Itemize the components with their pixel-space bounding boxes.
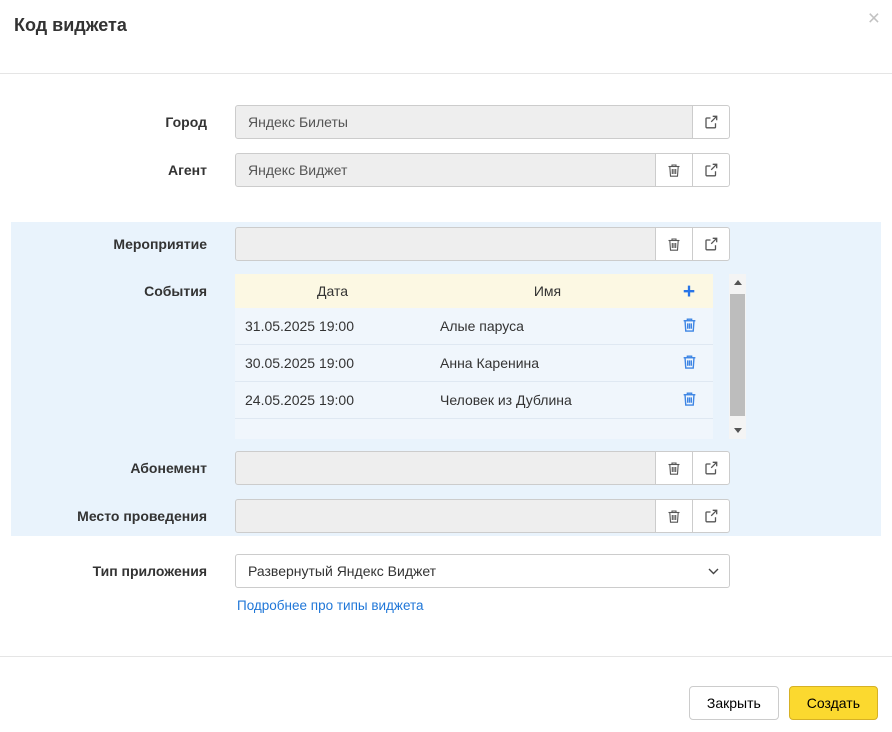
- delete-event-icon[interactable]: [682, 391, 697, 407]
- dialog-header: Код виджета ×: [0, 0, 892, 74]
- scroll-up-icon[interactable]: [729, 274, 746, 291]
- dialog-title: Код виджета: [14, 15, 878, 36]
- city-open-button[interactable]: [692, 105, 730, 139]
- trash-icon: [667, 237, 681, 252]
- table-row: 31.05.2025 19:00 Алые паруса: [235, 308, 713, 345]
- event-date: 24.05.2025 19:00: [235, 392, 430, 408]
- trash-icon: [667, 163, 681, 178]
- trash-icon: [667, 461, 681, 476]
- external-link-icon: [704, 237, 718, 251]
- city-field: Яндекс Билеты: [235, 105, 693, 139]
- event-name: Человек из Дублина: [430, 392, 665, 408]
- venue-clear-button[interactable]: [655, 499, 693, 533]
- app-type-select[interactable]: Развернутый Яндекс Виджет: [235, 554, 730, 588]
- agent-clear-button[interactable]: [655, 153, 693, 187]
- venue-label: Место проведения: [11, 508, 235, 524]
- event-section: Мероприятие: [11, 222, 881, 536]
- add-event-icon[interactable]: +: [683, 281, 695, 302]
- external-link-icon: [704, 115, 718, 129]
- event-date: 31.05.2025 19:00: [235, 318, 430, 334]
- city-input-group: Яндекс Билеты: [235, 105, 730, 139]
- widget-types-link[interactable]: Подробнее про типы виджета: [237, 598, 424, 613]
- external-link-icon: [704, 461, 718, 475]
- venue-input-group: [235, 499, 730, 533]
- table-row: 24.05.2025 19:00 Человек из Дублина: [235, 382, 713, 419]
- sessions-row: События Дата Имя + 31.05.2025 19:00 Алые…: [11, 274, 881, 439]
- venue-field: [235, 499, 656, 533]
- subscription-row: Абонемент: [11, 451, 881, 485]
- agent-input-group: Яндекс Виджет: [235, 153, 730, 187]
- event-row: Мероприятие: [11, 227, 881, 261]
- event-input-group: [235, 227, 730, 261]
- external-link-icon: [704, 509, 718, 523]
- subscription-label: Абонемент: [11, 460, 235, 476]
- delete-event-icon[interactable]: [682, 354, 697, 370]
- agent-label: Агент: [0, 162, 235, 178]
- event-field: [235, 227, 656, 261]
- venue-row: Место проведения: [11, 499, 881, 533]
- app-type-label: Тип приложения: [0, 563, 235, 579]
- event-name: Анна Каренина: [430, 355, 665, 371]
- dialog-body: Город Яндекс Билеты Агент Яндекс Виджет: [0, 74, 892, 613]
- subscription-clear-button[interactable]: [655, 451, 693, 485]
- agent-row: Агент Яндекс Виджет: [0, 153, 892, 187]
- sessions-label: События: [11, 274, 235, 308]
- agent-field: Яндекс Виджет: [235, 153, 656, 187]
- subscription-field: [235, 451, 656, 485]
- venue-open-button[interactable]: [692, 499, 730, 533]
- scroll-down-icon[interactable]: [729, 422, 746, 439]
- subscription-input-group: [235, 451, 730, 485]
- subscription-open-button[interactable]: [692, 451, 730, 485]
- event-open-button[interactable]: [692, 227, 730, 261]
- close-button[interactable]: Закрыть: [689, 686, 779, 720]
- event-date: 30.05.2025 19:00: [235, 355, 430, 371]
- dialog-footer: Закрыть Создать: [0, 657, 892, 720]
- event-label: Мероприятие: [11, 236, 235, 252]
- external-link-icon: [704, 163, 718, 177]
- table-row: 30.05.2025 19:00 Анна Каренина: [235, 345, 713, 382]
- app-type-row: Тип приложения Развернутый Яндекс Виджет: [0, 554, 892, 588]
- sessions-table: Дата Имя + 31.05.2025 19:00 Алые паруса: [235, 274, 713, 439]
- events-scrollbar[interactable]: [729, 274, 746, 439]
- create-button[interactable]: Создать: [789, 686, 878, 720]
- sessions-table-header: Дата Имя +: [235, 274, 713, 308]
- help-link-row: Подробнее про типы виджета: [237, 597, 892, 613]
- delete-event-icon[interactable]: [682, 317, 697, 333]
- agent-open-button[interactable]: [692, 153, 730, 187]
- column-header-date: Дата: [235, 283, 430, 299]
- event-name: Алые паруса: [430, 318, 665, 334]
- close-icon[interactable]: ×: [868, 8, 880, 29]
- event-clear-button[interactable]: [655, 227, 693, 261]
- scrollbar-thumb[interactable]: [730, 294, 745, 416]
- sessions-table-wrap: Дата Имя + 31.05.2025 19:00 Алые паруса: [235, 274, 746, 439]
- app-type-value: Развернутый Яндекс Виджет: [248, 563, 436, 579]
- city-row: Город Яндекс Билеты: [0, 105, 892, 139]
- column-header-name: Имя: [430, 283, 665, 299]
- city-label: Город: [0, 114, 235, 130]
- trash-icon: [667, 509, 681, 524]
- chevron-down-icon: [708, 568, 719, 575]
